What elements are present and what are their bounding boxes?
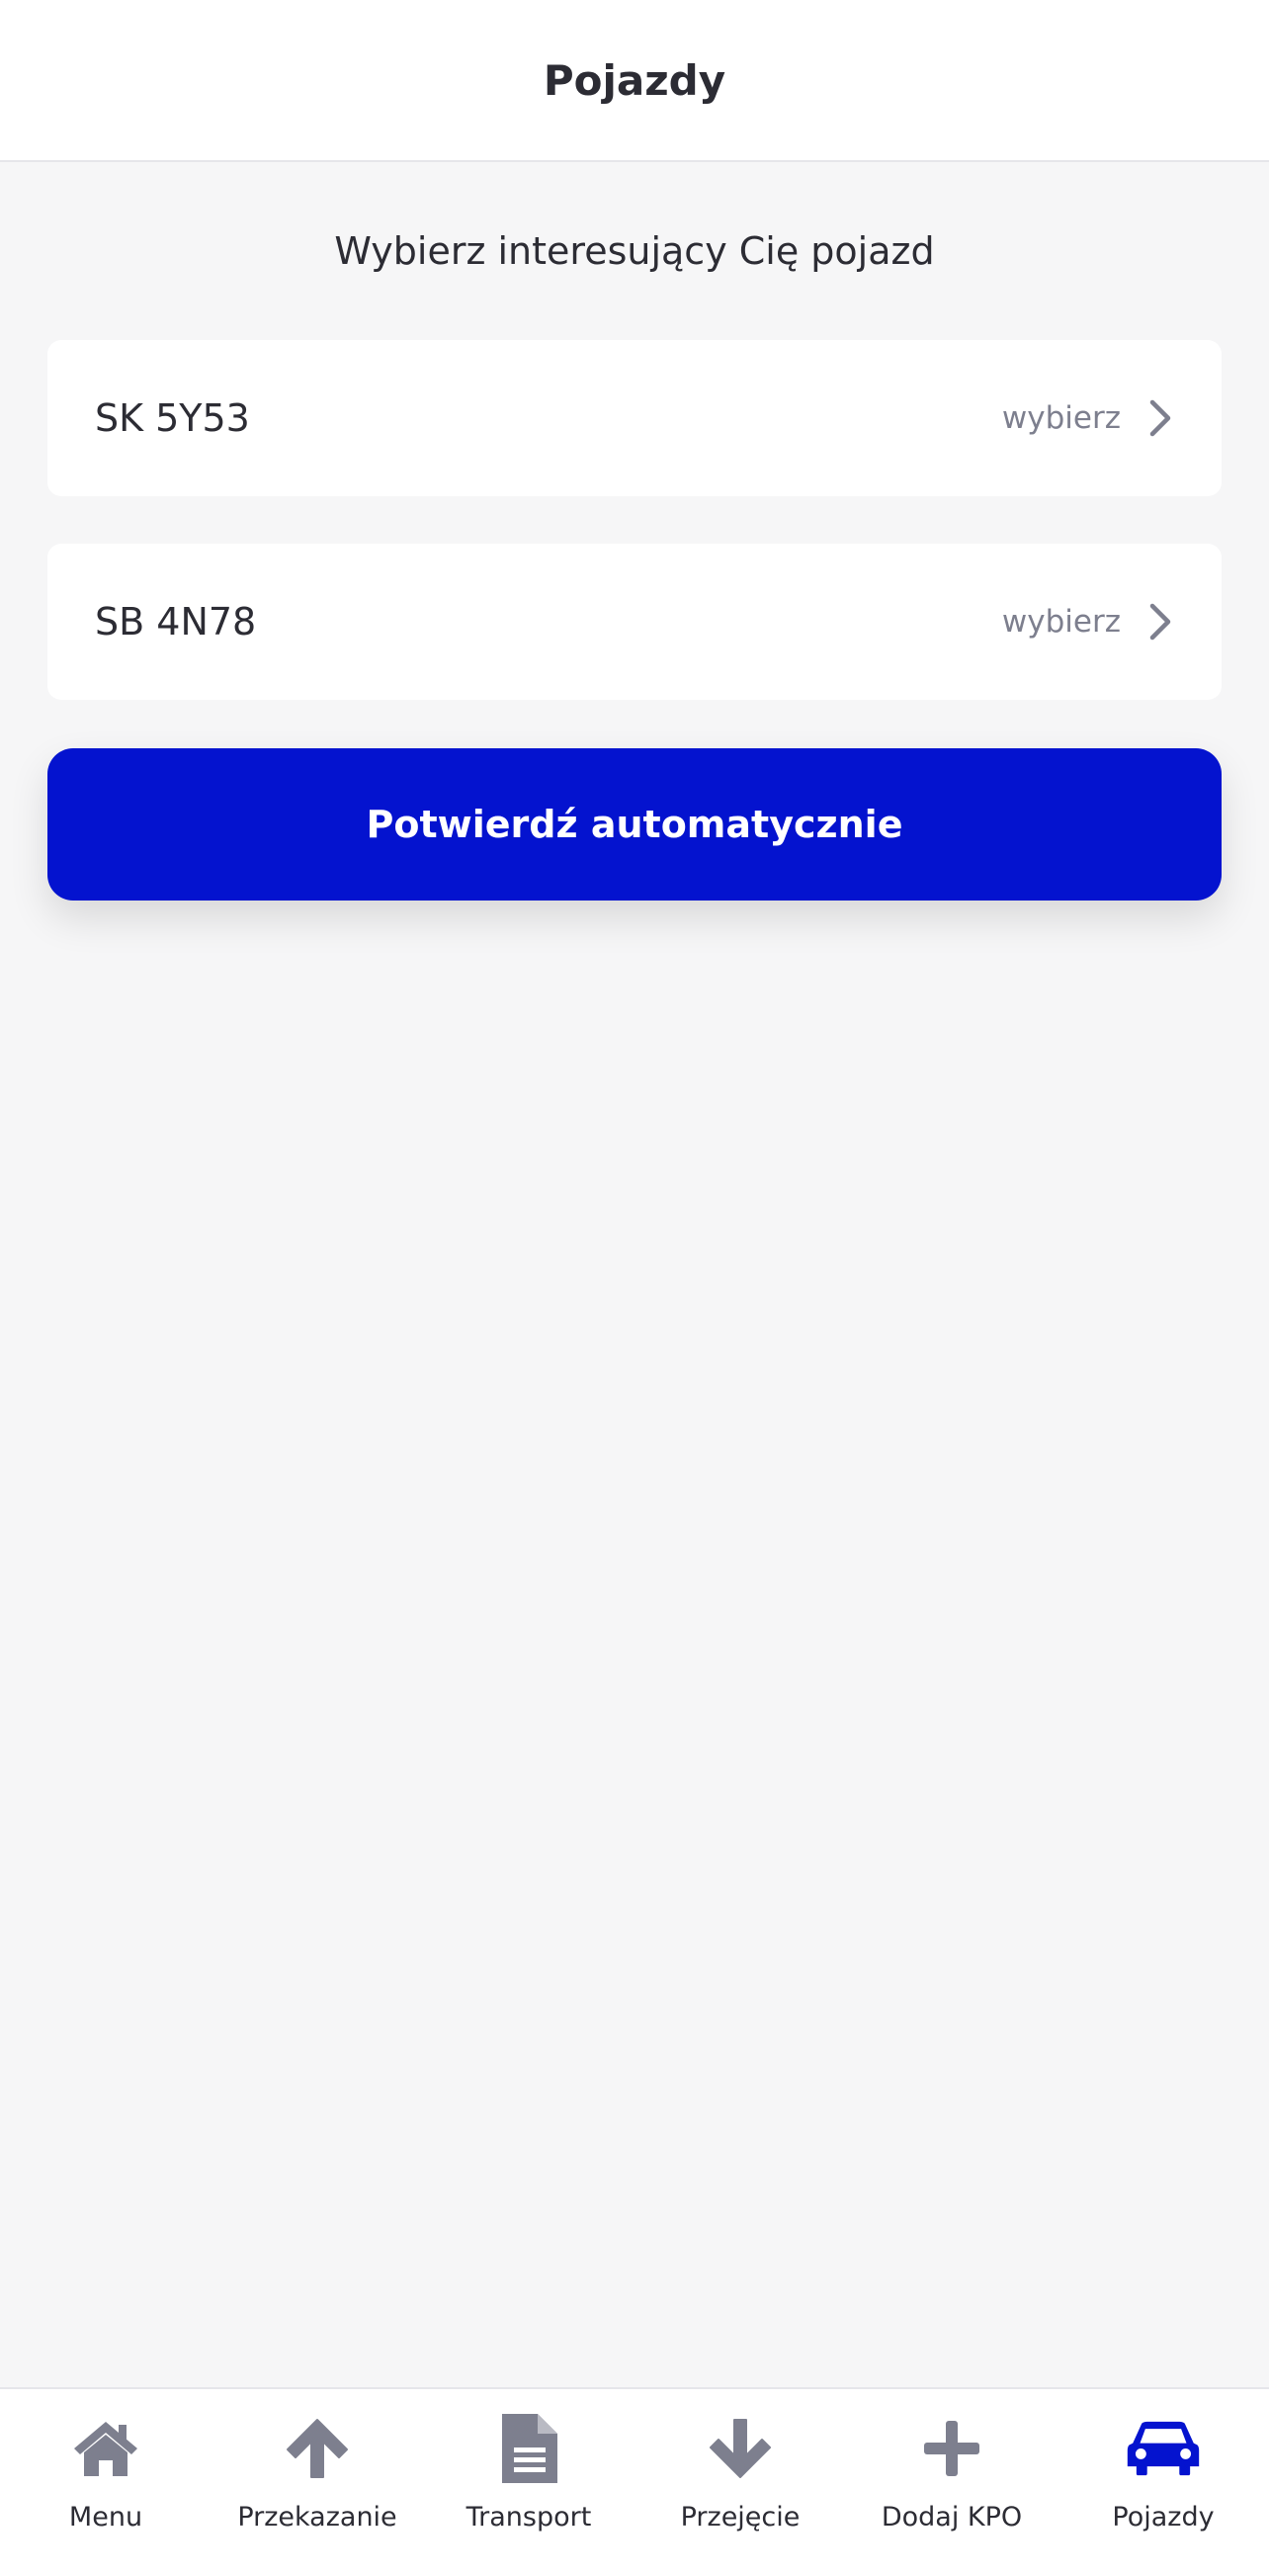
bottom-tab-bar: Menu Przekazanie Transport Przejęcie Dod… — [0, 2387, 1269, 2576]
tab-label: Transport — [465, 2502, 592, 2533]
confirm-automatically-button[interactable]: Potwierdź automatycznie — [47, 748, 1222, 901]
header: Pojazdy — [0, 0, 1269, 162]
vehicle-plate: SK 5Y53 — [95, 396, 250, 440]
tab-przejecie[interactable]: Przejęcie — [634, 2389, 846, 2576]
vehicle-select-label: wybierz — [1001, 400, 1121, 436]
vehicle-item[interactable]: SB 4N78 wybierz — [47, 544, 1222, 700]
tab-transport[interactable]: Transport — [423, 2389, 634, 2576]
tab-label: Menu — [68, 2502, 143, 2533]
plus-icon — [914, 2411, 989, 2486]
page-title: Pojazdy — [543, 55, 726, 105]
tab-przekazanie[interactable]: Przekazanie — [212, 2389, 423, 2576]
tab-label: Dodaj KPO — [881, 2502, 1023, 2533]
tab-label: Przejęcie — [680, 2502, 801, 2533]
arrow-down-icon — [703, 2411, 778, 2486]
document-icon — [491, 2411, 566, 2486]
car-icon — [1126, 2411, 1201, 2486]
vehicle-item[interactable]: SK 5Y53 wybierz — [47, 340, 1222, 496]
chevron-right-icon — [1149, 603, 1171, 641]
vehicle-select-label: wybierz — [1001, 604, 1121, 640]
vehicle-plate: SB 4N78 — [95, 600, 257, 644]
chevron-right-icon — [1149, 399, 1171, 437]
home-icon — [68, 2411, 143, 2486]
tab-dodaj-kpo[interactable]: Dodaj KPO — [846, 2389, 1058, 2576]
tab-label: Przekazanie — [237, 2502, 397, 2533]
tab-pojazdy[interactable]: Pojazdy — [1058, 2389, 1269, 2576]
tab-menu[interactable]: Menu — [0, 2389, 212, 2576]
tab-label: Pojazdy — [1112, 2502, 1215, 2533]
arrow-up-icon — [280, 2411, 355, 2486]
page-subtitle: Wybierz interesujący Cię pojazd — [334, 229, 935, 273]
